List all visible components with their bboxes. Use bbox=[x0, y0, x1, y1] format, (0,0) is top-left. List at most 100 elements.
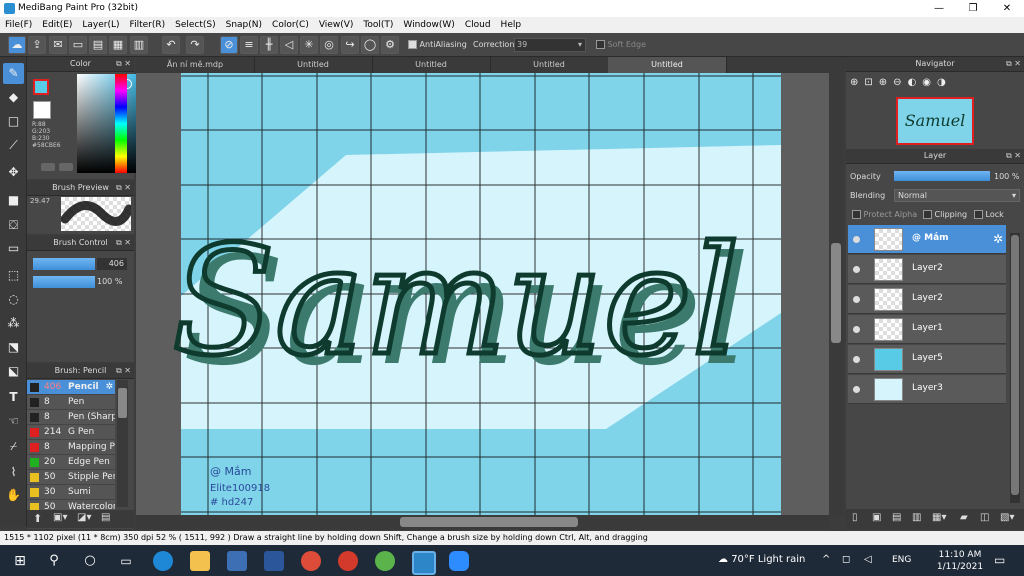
circle-snap-icon[interactable]: ◎ bbox=[320, 36, 338, 54]
layer-row[interactable]: Layer3 bbox=[848, 375, 1006, 404]
soft-edge-toggle[interactable]: Soft Edge bbox=[596, 40, 646, 49]
brush-tool-icon[interactable]: ✎ bbox=[3, 63, 24, 84]
cross-snap-icon[interactable]: ╫ bbox=[260, 36, 278, 54]
network-icon[interactable]: ◻ bbox=[842, 554, 850, 565]
clipping-checkbox[interactable] bbox=[923, 210, 932, 219]
brush-delete-icon[interactable]: ▤ bbox=[101, 512, 110, 523]
weather-widget[interactable]: ☁ 70°F Light rain bbox=[718, 554, 805, 565]
antialiasing-toggle[interactable]: AntiAliasing bbox=[408, 40, 467, 49]
menu-select[interactable]: Select(S) bbox=[170, 17, 221, 33]
brush-opacity-slider[interactable] bbox=[33, 276, 95, 288]
visibility-icon[interactable] bbox=[853, 266, 860, 273]
snap-off-icon[interactable]: ⊘ bbox=[220, 36, 238, 54]
tab-document-4[interactable]: Untitled bbox=[490, 57, 609, 73]
protect-alpha-toggle[interactable]: Protect Alpha bbox=[852, 210, 917, 219]
clipping-toggle[interactable]: Clipping bbox=[923, 210, 967, 219]
close-button[interactable]: ✕ bbox=[990, 0, 1024, 17]
menu-window[interactable]: Window(W) bbox=[398, 17, 459, 33]
redo-icon[interactable]: ↷ bbox=[186, 36, 204, 54]
search-icon[interactable]: ⚲ bbox=[44, 551, 64, 571]
menu-filter[interactable]: Filter(R) bbox=[125, 17, 171, 33]
secondary-color-swatch[interactable] bbox=[33, 101, 51, 119]
fill-tool-icon[interactable]: ■ bbox=[3, 190, 24, 211]
brush-menu-icon[interactable]: ▣▾ bbox=[53, 512, 67, 523]
cortana-icon[interactable]: ○ bbox=[80, 551, 100, 571]
menu-cloud[interactable]: Cloud bbox=[460, 17, 496, 33]
select-pen-icon[interactable]: ⬔ bbox=[3, 337, 24, 358]
tab-document-1[interactable]: Ăn ní mê.mdp bbox=[136, 57, 255, 73]
color-mode-button[interactable] bbox=[41, 163, 55, 171]
brush-list-scrollbar[interactable] bbox=[117, 380, 128, 507]
canvas-drawing[interactable]: Samuel Samuel @ Mắm Elite100918 # hd247 bbox=[136, 73, 829, 515]
menu-color[interactable]: Color(C) bbox=[267, 17, 314, 33]
brush-list-item[interactable]: 8 Pen (Sharp) bbox=[27, 410, 115, 425]
fit-icon[interactable]: ⊡ bbox=[864, 77, 878, 88]
lasso-tool-icon[interactable]: ◌ bbox=[3, 289, 24, 310]
brush-list-item[interactable]: 214 G Pen bbox=[27, 425, 115, 440]
gear-icon[interactable]: ✲ bbox=[993, 232, 1003, 246]
menu-view[interactable]: View(V) bbox=[314, 17, 359, 33]
layer-opacity-slider[interactable] bbox=[894, 171, 990, 181]
windows-start-icon[interactable]: ⊞ bbox=[10, 551, 30, 571]
grid-icon[interactable]: ▦ bbox=[109, 36, 127, 54]
visibility-icon[interactable] bbox=[853, 236, 860, 243]
select-tool-icon[interactable]: ⬚ bbox=[3, 265, 24, 286]
layer-row[interactable]: Layer2 bbox=[848, 285, 1006, 314]
layer-row[interactable]: Layer2 bbox=[848, 255, 1006, 284]
text-tool-icon[interactable]: T bbox=[3, 387, 24, 408]
antialiasing-checkbox[interactable] bbox=[408, 40, 417, 49]
eraser-tool-icon[interactable]: ◆ bbox=[3, 87, 24, 108]
line-tool-icon[interactable]: ⟋ bbox=[3, 135, 24, 156]
horizontal-scroll-thumb[interactable] bbox=[400, 517, 578, 527]
zoom-out-icon[interactable]: ⊖ bbox=[893, 77, 907, 88]
brush-list-item[interactable]: 406 Pencil ✲ bbox=[27, 380, 115, 395]
correction-select[interactable]: 39 ▾ bbox=[514, 38, 586, 52]
navigator-thumbnail[interactable]: Samuel bbox=[896, 97, 974, 145]
primary-color-swatch[interactable] bbox=[33, 79, 49, 95]
tab-document-5[interactable]: Untitled bbox=[608, 57, 727, 73]
hue-slider[interactable] bbox=[115, 74, 127, 173]
comment-icon[interactable]: ✉ bbox=[49, 36, 67, 54]
maximize-button[interactable]: ❐ bbox=[956, 0, 990, 17]
dropper-tool-icon[interactable]: ⌿ bbox=[3, 436, 24, 457]
hand-tool-icon[interactable]: ✋ bbox=[3, 485, 24, 506]
upload-icon[interactable]: ⇪ bbox=[28, 36, 46, 54]
page-icon[interactable]: ▭ bbox=[69, 36, 87, 54]
select-eraser-icon[interactable]: ⬕ bbox=[3, 361, 24, 382]
notification-icon[interactable]: ▭ bbox=[994, 553, 1005, 567]
brush-list-item[interactable]: 8 Pen bbox=[27, 395, 115, 410]
edge-icon[interactable] bbox=[153, 551, 173, 571]
brush-list-item[interactable]: 50 Stipple Pen bbox=[27, 470, 115, 485]
color-palette-button[interactable] bbox=[59, 163, 73, 171]
panel-menu-icon[interactable]: ⧉ ✕ bbox=[116, 57, 131, 71]
task-view-icon[interactable]: ▭ bbox=[116, 551, 136, 571]
medibang-icon[interactable] bbox=[412, 551, 436, 575]
tab-document-2[interactable]: Untitled bbox=[254, 57, 373, 73]
document-icon[interactable]: ▤ bbox=[89, 36, 107, 54]
volume-icon[interactable]: ◁ bbox=[864, 554, 872, 565]
layer-scroll-thumb[interactable] bbox=[1011, 235, 1019, 495]
menu-file[interactable]: File(F) bbox=[0, 17, 37, 33]
lock-toggle[interactable]: Lock bbox=[974, 210, 1004, 219]
menu-layer[interactable]: Layer(L) bbox=[77, 17, 124, 33]
ellipse-snap-icon[interactable]: ◯ bbox=[361, 36, 379, 54]
dropper-tool-icon-2[interactable]: ⌇ bbox=[3, 462, 24, 483]
menu-tool[interactable]: Tool(T) bbox=[358, 17, 398, 33]
new-8bit-layer-icon[interactable]: ▤ bbox=[892, 512, 901, 523]
minimize-button[interactable]: — bbox=[922, 0, 956, 17]
browser-icon[interactable] bbox=[375, 551, 395, 571]
zoom-in-icon[interactable]: ⊕ bbox=[850, 77, 864, 88]
rotate-reset-icon[interactable]: ◉ bbox=[922, 77, 937, 88]
bucket-tool-icon[interactable]: ⛋ bbox=[3, 215, 24, 236]
soft-edge-checkbox[interactable] bbox=[596, 40, 605, 49]
panel-menu-icon[interactable]: ⧉ ✕ bbox=[116, 364, 131, 378]
chevron-up-icon[interactable]: ^ bbox=[822, 554, 830, 565]
brush-list-item[interactable]: 30 Sumi bbox=[27, 485, 115, 500]
panel-menu-icon[interactable]: ⧉ ✕ bbox=[1006, 57, 1021, 71]
visibility-icon[interactable] bbox=[853, 326, 860, 333]
canvas-horizontal-scrollbar[interactable] bbox=[136, 515, 829, 529]
panel-menu-icon[interactable]: ⧉ ✕ bbox=[116, 181, 131, 195]
brush-list-item[interactable]: 20 Edge Pen bbox=[27, 455, 115, 470]
visibility-icon[interactable] bbox=[853, 356, 860, 363]
new-layer-icon[interactable]: ▯ bbox=[852, 512, 858, 523]
